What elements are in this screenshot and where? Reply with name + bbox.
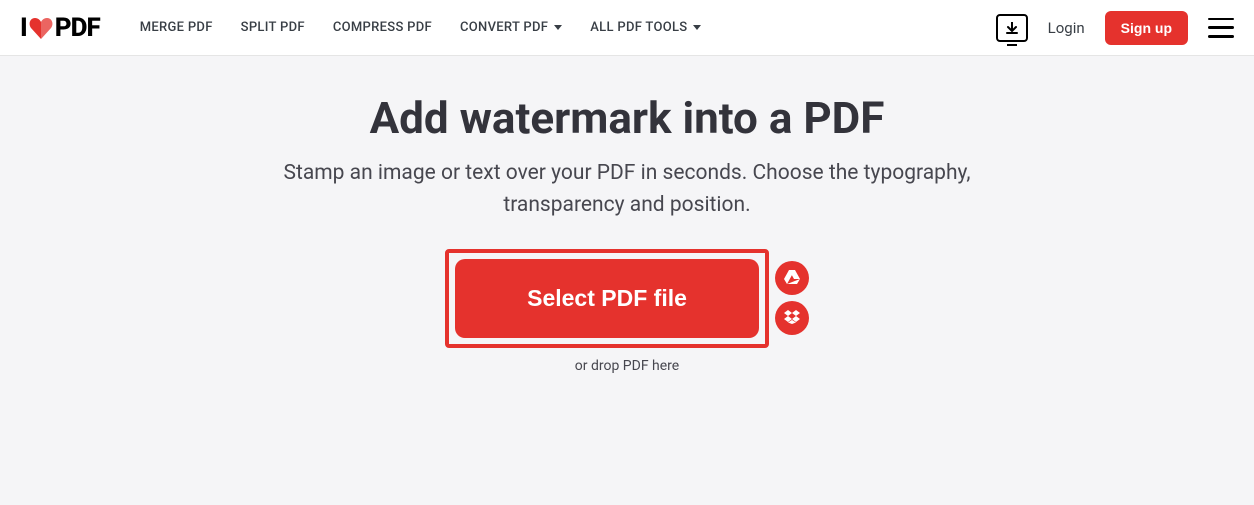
nav-compress-pdf[interactable]: COMPRESS PDF xyxy=(333,20,432,35)
desktop-download-icon[interactable] xyxy=(996,14,1028,42)
signup-button[interactable]: Sign up xyxy=(1105,11,1188,45)
main-content: Add watermark into a PDF Stamp an image … xyxy=(0,56,1254,374)
login-link[interactable]: Login xyxy=(1048,19,1085,37)
page-subtitle: Stamp an image or text over your PDF in … xyxy=(227,158,1027,221)
header-right: Login Sign up xyxy=(996,11,1234,45)
drop-hint: or drop PDF here xyxy=(0,358,1254,374)
google-drive-button[interactable] xyxy=(775,261,809,295)
cloud-buttons xyxy=(775,261,809,335)
nav-split-pdf[interactable]: SPLIT PDF xyxy=(241,20,305,35)
nav-all-tools-label: ALL PDF TOOLS xyxy=(590,20,687,35)
dropbox-button[interactable] xyxy=(775,301,809,335)
nav-convert-pdf[interactable]: CONVERT PDF xyxy=(460,20,562,35)
upload-area: Select PDF file xyxy=(445,249,809,348)
page-title: Add watermark into a PDF xyxy=(0,92,1254,144)
nav-convert-label: CONVERT PDF xyxy=(460,20,548,35)
nav-merge-pdf[interactable]: MERGE PDF xyxy=(140,20,213,35)
nav-all-pdf-tools[interactable]: ALL PDF TOOLS xyxy=(590,20,701,35)
logo-text-prefix: I xyxy=(20,13,27,43)
caret-down-icon xyxy=(693,25,701,30)
caret-down-icon xyxy=(554,25,562,30)
nav: MERGE PDF SPLIT PDF COMPRESS PDF CONVERT… xyxy=(140,20,996,35)
google-drive-icon xyxy=(784,269,800,288)
dropbox-icon xyxy=(784,309,800,328)
heart-icon xyxy=(29,18,53,40)
header: I PDF MERGE PDF SPLIT PDF COMPRESS PDF C… xyxy=(0,0,1254,56)
select-pdf-button[interactable]: Select PDF file xyxy=(455,259,759,338)
logo[interactable]: I PDF xyxy=(20,13,100,43)
logo-text-suffix: PDF xyxy=(55,13,100,43)
hamburger-menu-icon[interactable] xyxy=(1208,18,1234,38)
select-file-highlight: Select PDF file xyxy=(445,249,769,348)
